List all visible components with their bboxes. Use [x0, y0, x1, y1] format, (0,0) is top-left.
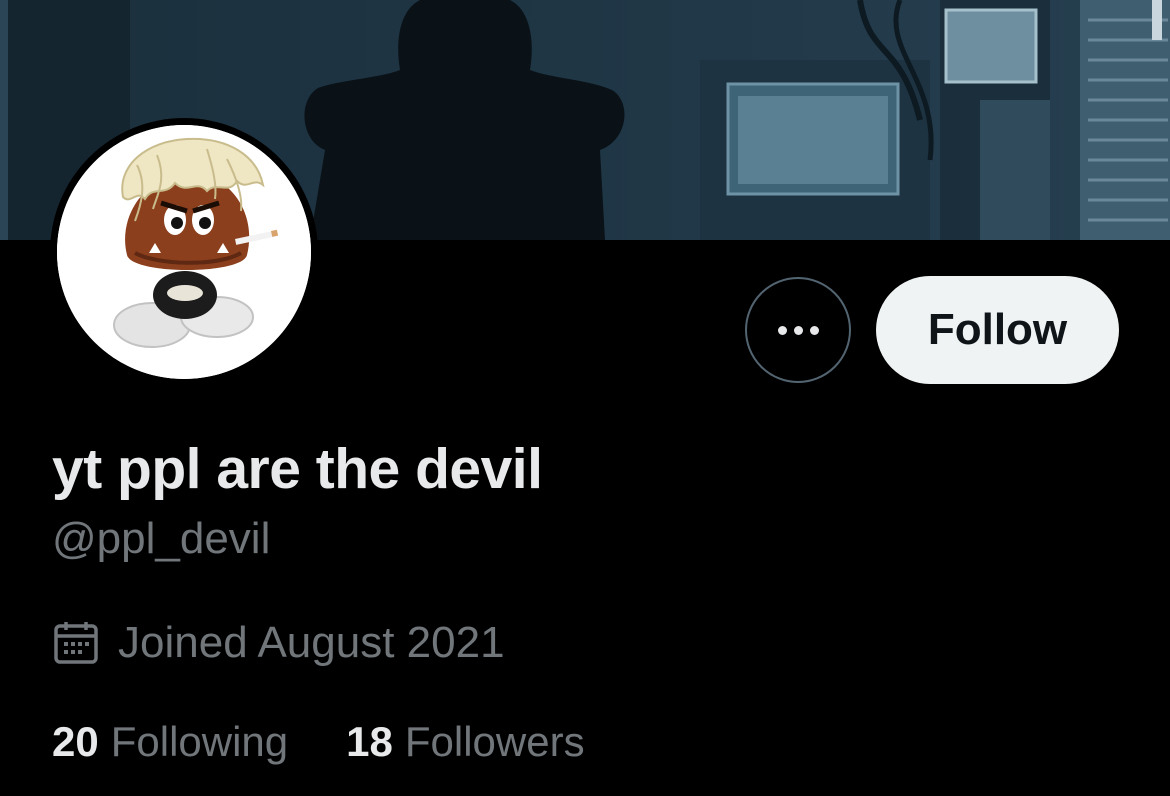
- display-name: yt ppl are the devil: [52, 437, 543, 501]
- followers-link[interactable]: 18 Followers: [346, 718, 584, 766]
- profile-stats: 20 Following 18 Followers: [52, 718, 585, 766]
- following-label: Following: [110, 718, 289, 765]
- more-horizontal-icon: [777, 325, 819, 335]
- user-handle: @ppl_devil: [52, 514, 271, 563]
- joined-text: Joined August 2021: [118, 618, 505, 667]
- followers-count: 18: [346, 718, 393, 765]
- avatar-image: [57, 125, 311, 379]
- more-options-button[interactable]: [745, 277, 851, 383]
- followers-label: Followers: [404, 718, 585, 765]
- profile-avatar[interactable]: [50, 118, 318, 386]
- joined-date: Joined August 2021: [52, 618, 505, 668]
- following-count: 20: [52, 718, 99, 765]
- profile-page: Follow yt ppl are the devil @ppl_devil J…: [0, 0, 1170, 796]
- calendar-icon: [54, 622, 98, 664]
- follow-button[interactable]: Follow: [876, 276, 1119, 384]
- following-link[interactable]: 20 Following: [52, 718, 288, 766]
